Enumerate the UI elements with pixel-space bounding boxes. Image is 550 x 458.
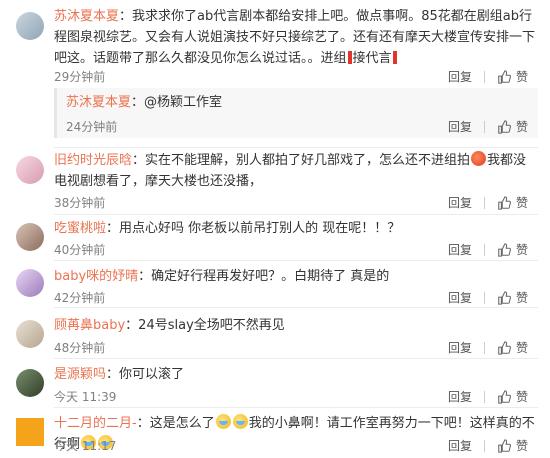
like-label: 赞 — [515, 120, 528, 134]
divider — [483, 291, 485, 304]
username-link[interactable]: 旧约时光辰晗 — [54, 153, 132, 168]
red-mark-icon — [392, 51, 397, 64]
comment-text: ：确定好行程再发好吧？。白期待了 真是的 — [138, 269, 390, 284]
comment-item: 十二月的二月-：这是怎么了 我的小鼻啊！请工作室再努力一下吧！这样真的不行啊 今天… — [0, 408, 550, 458]
like-button[interactable]: 赞 — [497, 289, 528, 306]
divider — [483, 70, 485, 83]
comment-time: 29分钟前 — [54, 70, 106, 84]
username-link[interactable]: 吃蜜桃啦 — [54, 221, 106, 236]
comment-time: 今天 11:17 — [54, 439, 117, 453]
like-button[interactable]: 赞 — [497, 339, 528, 356]
comment-time: 今天 11:39 — [54, 390, 117, 404]
like-label: 赞 — [515, 243, 528, 257]
avatar[interactable] — [16, 156, 44, 184]
like-label: 赞 — [515, 196, 528, 210]
divider — [483, 390, 485, 403]
reply-button[interactable]: 回复 — [448, 68, 472, 85]
like-button[interactable]: 赞 — [497, 68, 528, 85]
username-link[interactable]: baby咪的妤晴 — [54, 269, 138, 284]
comment-item: 苏沐夏本夏：我求求你了ab代言剧本都给安排上吧。做点事啊。85花都在剧组ab行程… — [0, 0, 550, 150]
like-button[interactable]: 赞 — [497, 388, 528, 405]
avatar[interactable] — [16, 12, 44, 40]
comment-text: ：@杨颖工作室 — [131, 95, 223, 110]
username-link[interactable]: 苏沐夏本夏 — [66, 95, 131, 110]
divider — [483, 341, 485, 354]
thumbs-up-icon — [498, 242, 511, 257]
divider — [483, 439, 485, 452]
reply-button[interactable]: 回复 — [448, 118, 472, 135]
username-link[interactable]: 顾苒鼻baby — [54, 318, 125, 333]
comment-time: 48分钟前 — [54, 341, 106, 355]
username-link[interactable]: 十二月的二月- — [54, 416, 137, 431]
thumbs-up-icon — [498, 340, 511, 355]
like-label: 赞 — [515, 341, 528, 355]
comment-text: ：实在不能理解，别人都拍了好几部戏了，怎么还不进组拍 — [132, 153, 471, 168]
like-button[interactable]: 赞 — [497, 437, 528, 454]
thumbs-up-icon — [498, 389, 511, 404]
like-label: 赞 — [515, 291, 528, 305]
reply-button[interactable]: 回复 — [448, 289, 472, 306]
divider — [483, 196, 485, 209]
crying-emoji-icon — [232, 414, 248, 429]
comment-item: 是源颖吗：你可以滚了 今天 11:39 回复 赞 — [0, 359, 550, 409]
avatar[interactable] — [16, 369, 44, 397]
avatar[interactable] — [16, 418, 44, 446]
username-link[interactable]: 是源颖吗 — [54, 367, 106, 382]
comment-text-tail: 接代言 — [352, 51, 392, 66]
comment-time: 42分钟前 — [54, 291, 106, 305]
reply-button[interactable]: 回复 — [448, 339, 472, 356]
comment-time: 24分钟前 — [66, 120, 118, 134]
divider — [483, 243, 485, 256]
red-mark-icon — [347, 51, 352, 64]
angry-emoji-icon — [471, 151, 487, 166]
thumbs-up-icon — [498, 195, 511, 210]
avatar[interactable] — [16, 223, 44, 251]
crying-emoji-icon — [215, 414, 231, 429]
reply-button[interactable]: 回复 — [448, 241, 472, 258]
thumbs-up-icon — [498, 69, 511, 84]
comment-text: ：用点心好吗 你老板以前吊打别人的 现在呢！！？ — [106, 221, 401, 236]
like-button[interactable]: 赞 — [497, 194, 528, 211]
reply-button[interactable]: 回复 — [448, 194, 472, 211]
divider — [483, 120, 485, 133]
reply-button[interactable]: 回复 — [448, 437, 472, 454]
nested-reply: 苏沐夏本夏：@杨颖工作室 24分钟前 回复 赞 — [54, 88, 538, 138]
like-label: 赞 — [515, 390, 528, 404]
comment-item: 吃蜜桃啦：用点心好吗 你老板以前吊打别人的 现在呢！！？ 40分钟前 回复 赞 — [0, 215, 550, 262]
reply-button[interactable]: 回复 — [448, 388, 472, 405]
comment-item: 顾苒鼻baby：24号slay全场吧不然再见 48分钟前 回复 赞 — [0, 308, 550, 360]
comment-text: ：这是怎么了 — [136, 416, 215, 431]
avatar[interactable] — [16, 269, 44, 297]
comment-time: 38分钟前 — [54, 196, 106, 210]
avatar[interactable] — [16, 320, 44, 348]
comment-item: 旧约时光辰晗：实在不能理解，别人都拍了好几部戏了，怎么还不进组拍 我都没电视剧想看… — [0, 148, 550, 216]
like-button[interactable]: 赞 — [497, 118, 528, 135]
thumbs-up-icon — [498, 290, 511, 305]
like-label: 赞 — [515, 70, 528, 84]
comment-text: ：我求求你了ab代言剧本都给安排上吧。做点事啊。85花都在剧组ab行程图泉视综艺… — [54, 9, 536, 66]
like-label: 赞 — [515, 439, 528, 453]
comment-text: ：你可以滚了 — [106, 367, 185, 382]
comment-text: ：24号slay全场吧不然再见 — [125, 318, 285, 333]
thumbs-up-icon — [498, 119, 511, 134]
comment-time: 40分钟前 — [54, 243, 106, 257]
thumbs-up-icon — [498, 438, 511, 453]
username-link[interactable]: 苏沐夏本夏 — [54, 9, 119, 24]
like-button[interactable]: 赞 — [497, 241, 528, 258]
comment-item: baby咪的妤晴：确定好行程再发好吧？。白期待了 真是的 42分钟前 回复 赞 — [0, 261, 550, 308]
